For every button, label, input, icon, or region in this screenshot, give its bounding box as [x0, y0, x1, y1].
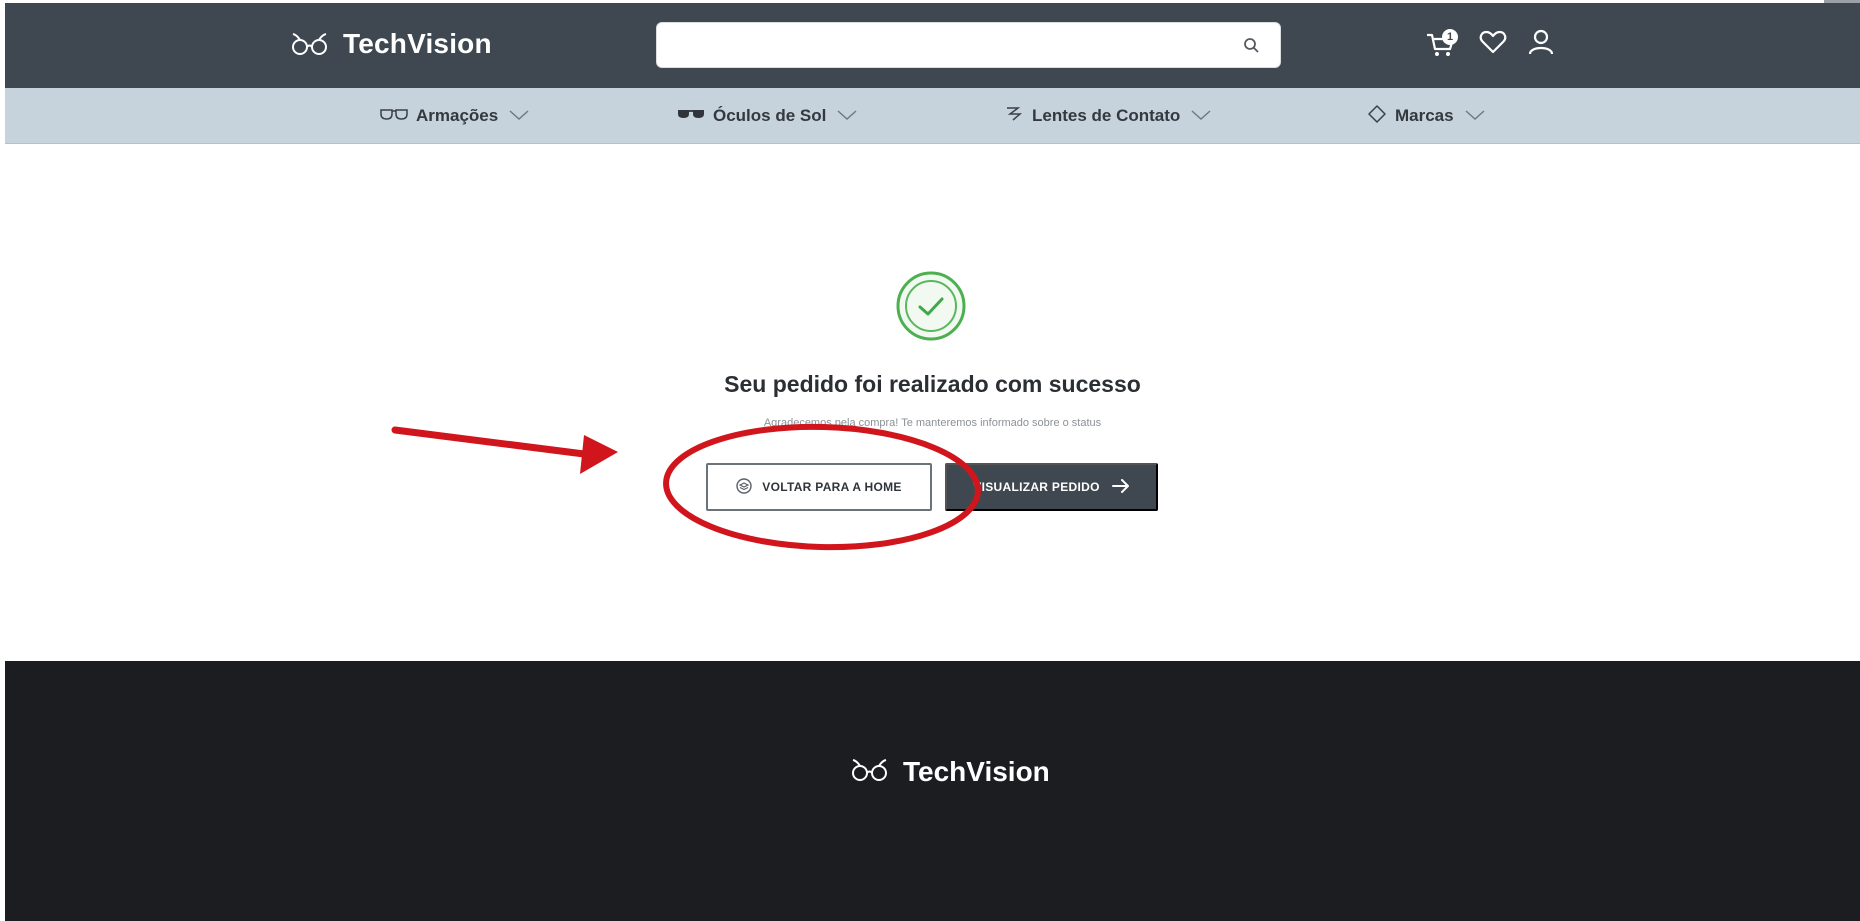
- nav-label: Lentes de Contato: [1032, 106, 1181, 125]
- back-to-home-label: VOLTAR PARA A HOME: [762, 480, 902, 494]
- brand-logo[interactable]: TechVision: [291, 26, 492, 62]
- search-input[interactable]: [671, 31, 1211, 59]
- arrow-right-icon: [1111, 478, 1130, 496]
- nav-item-armacoes[interactable]: Armações: [380, 88, 530, 144]
- search-icon[interactable]: [1242, 36, 1260, 59]
- user-icon[interactable]: [1527, 28, 1555, 61]
- frames-icon: [380, 106, 408, 126]
- sunglasses-icon: [677, 106, 705, 126]
- nav-label: Marcas: [1395, 106, 1454, 125]
- brand-name: TechVision: [343, 28, 492, 59]
- header-actions: 1: [1425, 24, 1555, 64]
- heart-icon[interactable]: [1479, 29, 1507, 60]
- chevron-down-icon: [1190, 106, 1212, 126]
- nav-item-oculos-de-sol[interactable]: Óculos de Sol: [677, 88, 858, 144]
- site-footer: [5, 661, 1860, 921]
- view-order-label: VISUALIZAR PEDIDO: [973, 480, 1100, 494]
- cart-button[interactable]: 1: [1425, 27, 1459, 61]
- footer-brand-name: TechVision: [903, 756, 1050, 787]
- chevron-down-icon: [508, 106, 530, 126]
- search-bar[interactable]: [656, 22, 1281, 68]
- confirmation-subtitle: Agradecemos pela compra! Te manteremos i…: [763, 417, 1102, 429]
- nav-item-lentes-de-contato[interactable]: Lentes de Contato: [1004, 88, 1212, 144]
- nav-item-marcas[interactable]: Marcas: [1367, 88, 1486, 144]
- glasses-logo-icon: [851, 758, 889, 787]
- glasses-logo-icon: [291, 32, 329, 56]
- nav-label: Óculos de Sol: [713, 106, 827, 125]
- tag-icon: [1367, 104, 1387, 129]
- cart-count-badge: 1: [1442, 29, 1458, 45]
- category-nav: [5, 88, 1860, 144]
- back-to-home-button[interactable]: VOLTAR PARA A HOME: [706, 463, 932, 511]
- footer-brand-logo[interactable]: TechVision: [851, 754, 1050, 790]
- layers-icon: [736, 477, 752, 497]
- contact-lens-icon: [1004, 105, 1024, 128]
- nav-label: Armações: [416, 106, 499, 125]
- cart-icon: [1425, 33, 1459, 65]
- chevron-down-icon: [1464, 106, 1486, 126]
- view-order-button[interactable]: VISUALIZAR PEDIDO: [945, 463, 1158, 511]
- order-confirmation-section: [5, 145, 1860, 661]
- chevron-down-icon: [836, 106, 858, 126]
- confirmation-title: Seu pedido foi realizado com sucesso: [724, 371, 1141, 397]
- check-circle-icon: [895, 270, 967, 347]
